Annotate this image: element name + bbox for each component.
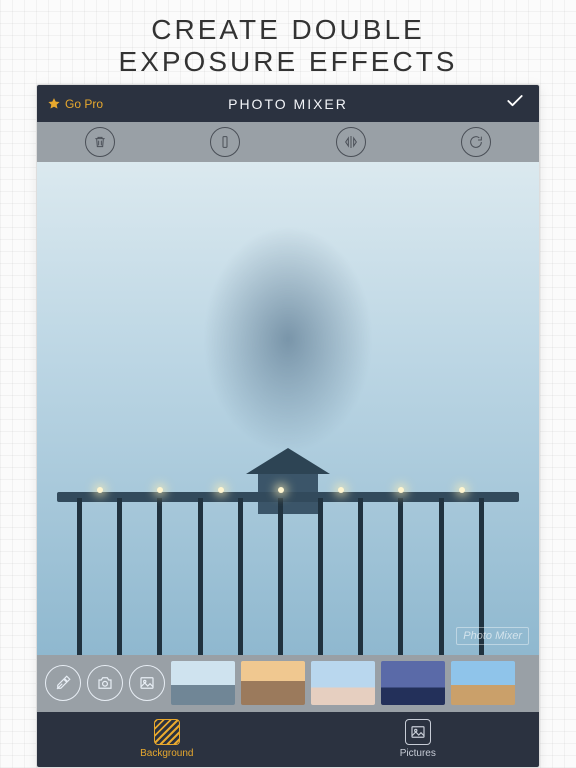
confirm-button[interactable] — [505, 91, 539, 116]
background-icon — [154, 719, 180, 745]
checkmark-icon — [505, 91, 525, 111]
promo-line1: CREATE DOUBLE — [119, 14, 458, 46]
nav-background-label: Background — [140, 748, 193, 759]
watermark-label: Photo Mixer — [456, 627, 529, 645]
rotate-icon — [468, 134, 484, 150]
eyedropper-button[interactable] — [45, 665, 81, 701]
thumbnail[interactable] — [241, 661, 305, 705]
thumbnail[interactable] — [171, 661, 235, 705]
nav-background[interactable]: Background — [140, 719, 193, 759]
landscape-layer — [37, 384, 539, 655]
eyedropper-icon — [54, 674, 72, 692]
preview-canvas[interactable]: Photo Mixer — [37, 162, 539, 655]
app-window: Go Pro PHOTO MIXER — [36, 84, 540, 768]
pier-deck — [57, 492, 519, 502]
flip-horizontal-button[interactable] — [336, 127, 366, 157]
go-pro-button[interactable]: Go Pro — [37, 97, 103, 111]
promo-heading: CREATE DOUBLE EXPOSURE EFFECTS — [119, 0, 458, 84]
thumbnail[interactable] — [311, 661, 375, 705]
thumbnail[interactable] — [451, 661, 515, 705]
flip-vertical-icon — [217, 134, 233, 150]
gallery-icon — [138, 674, 156, 692]
nav-pictures-label: Pictures — [400, 748, 436, 759]
gallery-button[interactable] — [129, 665, 165, 701]
thumbnail-strip — [171, 661, 531, 705]
camera-button[interactable] — [87, 665, 123, 701]
flip-vertical-button[interactable] — [210, 127, 240, 157]
edit-toolbar — [37, 122, 539, 161]
flip-horizontal-icon — [343, 134, 359, 150]
app-title: PHOTO MIXER — [37, 96, 539, 112]
source-bar — [37, 655, 539, 712]
bottom-nav: Background Pictures — [37, 712, 539, 767]
thumbnail[interactable] — [381, 661, 445, 705]
rotate-button[interactable] — [461, 127, 491, 157]
camera-icon — [96, 674, 114, 692]
star-icon — [47, 97, 61, 111]
top-bar: Go Pro PHOTO MIXER — [37, 85, 539, 122]
nav-pictures[interactable]: Pictures — [400, 719, 436, 759]
trash-icon — [92, 134, 108, 150]
pictures-icon — [405, 719, 431, 745]
go-pro-label: Go Pro — [65, 97, 103, 111]
promo-line2: EXPOSURE EFFECTS — [119, 46, 458, 78]
delete-button[interactable] — [85, 127, 115, 157]
